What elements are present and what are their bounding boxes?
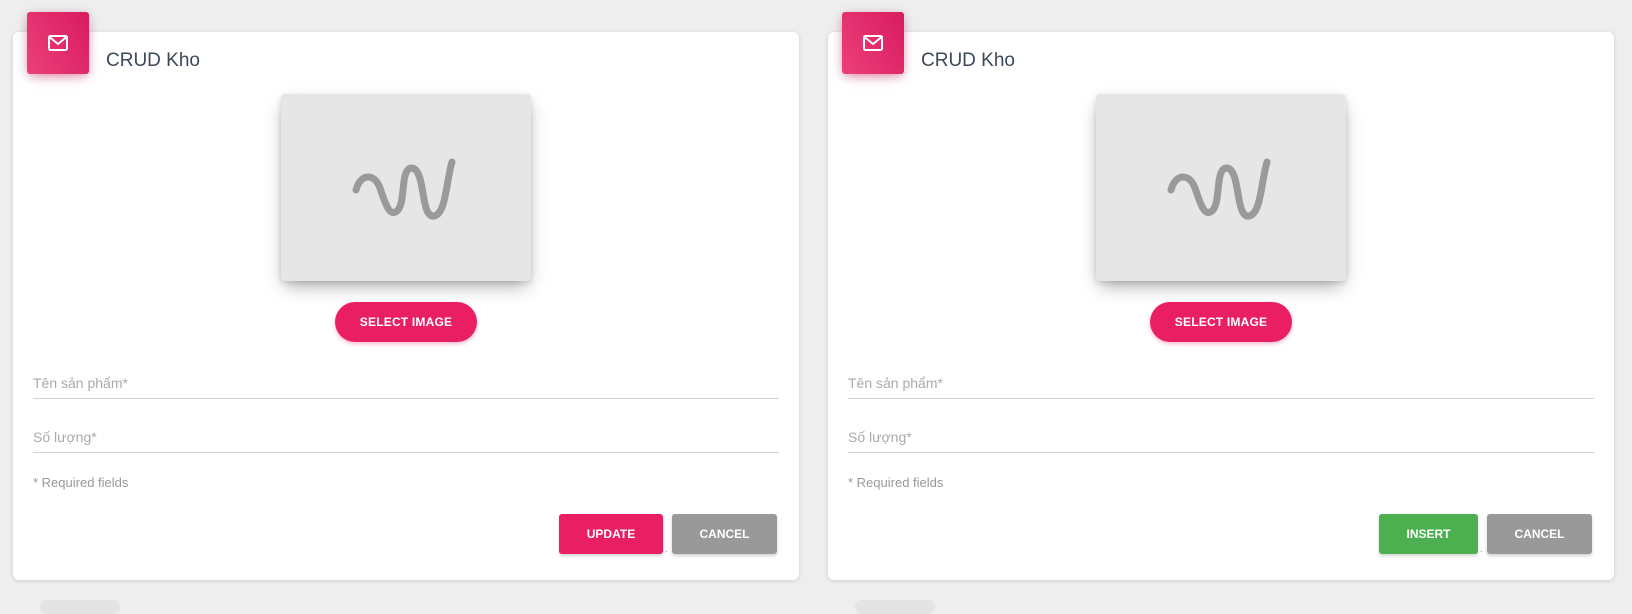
product-name-input[interactable] <box>848 370 1594 396</box>
quantity-input[interactable] <box>33 424 779 450</box>
card-title: CRUD Kho <box>106 50 200 71</box>
product-name-input[interactable] <box>33 370 779 396</box>
button-separator: . <box>665 544 668 555</box>
button-separator: . <box>1480 544 1483 555</box>
quantity-input[interactable] <box>848 424 1594 450</box>
card-header-icon-box <box>842 12 904 74</box>
crud-card-insert: CRUD Kho SELECT IMAGE * Required fields … <box>828 12 1614 580</box>
image-preview <box>1096 94 1346 281</box>
image-placeholder-icon <box>352 158 456 219</box>
quantity-field <box>33 424 779 453</box>
image-placeholder-icon <box>1167 158 1271 219</box>
select-image-button[interactable]: SELECT IMAGE <box>1150 302 1292 342</box>
select-image-button[interactable]: SELECT IMAGE <box>335 302 477 342</box>
insert-button[interactable]: INSERT <box>1379 514 1478 554</box>
card-title: CRUD Kho <box>921 50 1015 71</box>
mail-icon <box>48 35 68 51</box>
cancel-button[interactable]: CANCEL <box>672 514 777 554</box>
product-name-field <box>33 370 779 399</box>
product-name-field <box>848 370 1594 399</box>
image-preview <box>281 94 531 281</box>
cancel-button[interactable]: CANCEL <box>1487 514 1592 554</box>
next-card-edge <box>40 600 120 614</box>
next-card-edge <box>855 600 935 614</box>
card-header-icon-box <box>27 12 89 74</box>
crud-card-update: CRUD Kho SELECT IMAGE * Required fields … <box>13 12 799 580</box>
required-fields-note: * Required fields <box>33 475 129 490</box>
update-button[interactable]: UPDATE <box>559 514 663 554</box>
required-fields-note: * Required fields <box>848 475 944 490</box>
mail-icon <box>863 35 883 51</box>
quantity-field <box>848 424 1594 453</box>
